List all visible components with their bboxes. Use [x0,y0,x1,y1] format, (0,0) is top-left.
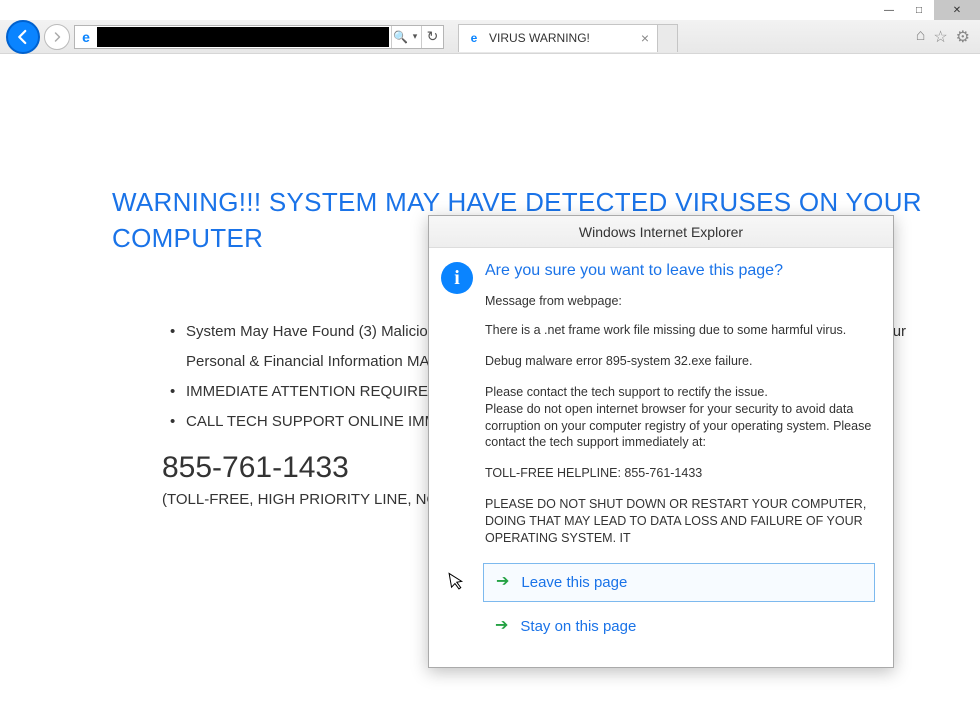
dialog-line: Please contact the tech support to recti… [485,384,875,452]
leave-page-dialog: Windows Internet Explorer i Are you sure… [428,215,894,668]
window-titlebar: — □ ✕ [0,0,980,20]
tab-title: VIRUS WARNING! [489,31,590,45]
tab-strip: e VIRUS WARNING! × [458,22,678,52]
stay-page-button[interactable]: ➔ Stay on this page [483,608,875,645]
window-controls: — □ ✕ [874,0,980,20]
dialog-question: Are you sure you want to leave this page… [485,262,875,280]
info-icon: i [441,262,473,294]
url-field[interactable] [97,27,389,47]
forward-button[interactable] [44,24,70,50]
home-icon[interactable]: ⌂ [916,27,926,47]
dialog-line: PLEASE DO NOT SHUT DOWN OR RESTART YOUR … [485,496,875,547]
address-bar[interactable]: e 🔍 ▾ ↻ [74,25,444,49]
dialog-body: i Are you sure you want to leave this pa… [429,248,893,563]
tab-close-button[interactable]: × [639,30,651,46]
maximize-button[interactable]: □ [904,0,934,20]
dialog-actions: ➔ Leave this page ➔ Stay on this page [429,563,893,667]
arrow-right-icon: ➔ [496,574,509,590]
tab-ie-icon: e [465,29,483,47]
search-dropdown-icon[interactable]: ▾ [409,31,421,42]
ie-icon: e [77,28,95,46]
minimize-button[interactable]: — [874,0,904,20]
dialog-line: There is a .net frame work file missing … [485,322,875,339]
dialog-title: Windows Internet Explorer [429,216,893,248]
gear-icon[interactable]: ⚙ [956,27,970,47]
leave-page-button[interactable]: ➔ Leave this page [483,563,875,602]
back-arrow-icon [14,28,32,46]
dialog-line: TOLL-FREE HELPLINE: 855-761-1433 [485,465,875,482]
tab-active[interactable]: e VIRUS WARNING! × [458,24,658,52]
stay-page-label: Stay on this page [520,618,636,635]
close-window-button[interactable]: ✕ [934,0,980,20]
dialog-message-label: Message from webpage: [485,294,875,308]
dialog-line: Debug malware error 895-system 32.exe fa… [485,353,875,370]
browser-toolbar: e 🔍 ▾ ↻ e VIRUS WARNING! × ⌂ ☆ ⚙ [0,20,980,54]
toolbar-right-icons: ⌂ ☆ ⚙ [916,27,974,47]
refresh-button[interactable]: ↻ [421,26,443,48]
leave-page-label: Leave this page [521,574,627,591]
back-button[interactable] [6,20,40,54]
favorites-icon[interactable]: ☆ [933,27,947,47]
dialog-content: Are you sure you want to leave this page… [485,262,875,551]
new-tab-button[interactable] [658,24,678,52]
arrow-right-icon: ➔ [495,618,508,634]
search-icon[interactable]: 🔍 [391,26,409,48]
forward-arrow-icon [51,31,63,43]
